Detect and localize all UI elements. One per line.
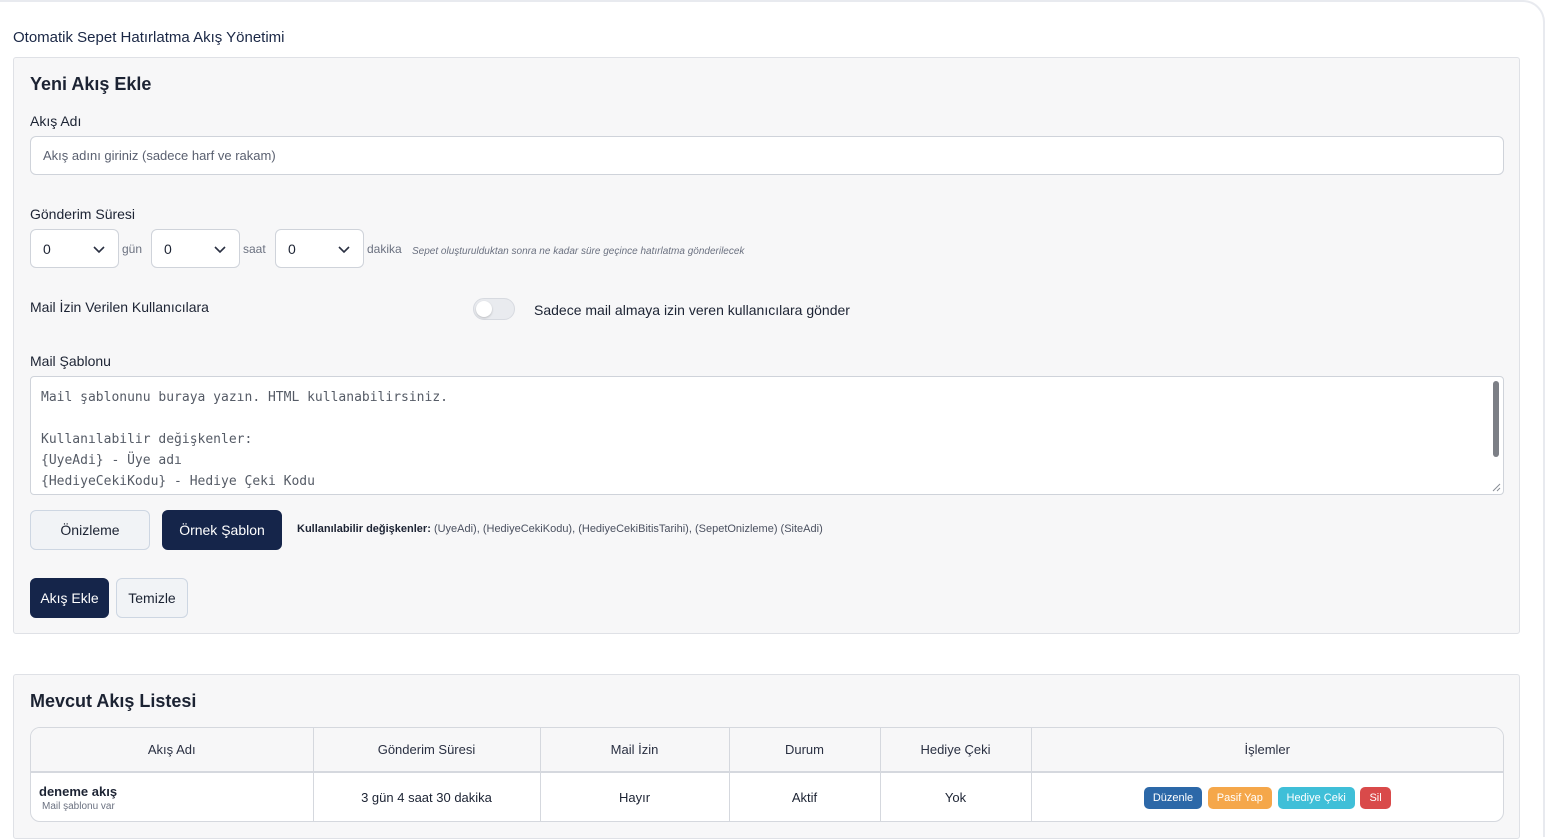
mail-permission-toggle-label: Sadece mail almaya izin veren kullanıcıl… [534, 302, 850, 318]
resize-handle-icon[interactable] [1491, 482, 1501, 492]
deactivate-button[interactable]: Pasif Yap [1207, 786, 1272, 809]
flow-actions: Düzenle Pasif Yap Hediye Çeki Sil [1031, 772, 1503, 821]
delay-label: Gönderim Süresi [30, 206, 136, 222]
delete-button[interactable]: Sil [1360, 786, 1391, 809]
mail-permission-toggle[interactable] [473, 298, 515, 320]
clear-button[interactable]: Temizle [116, 578, 188, 618]
table-row: deneme akış Mail şablonu var 3 gün 4 saa… [31, 772, 1503, 821]
available-variables: Kullanılabilir değişkenler: (UyeAdi), (H… [297, 523, 823, 535]
variables-label: Kullanılabilir değişkenler: [297, 523, 431, 535]
template-text: Mail şablonunu buraya yazın. HTML kullan… [41, 390, 448, 489]
edit-button[interactable]: Düzenle [1143, 786, 1203, 809]
flow-delay: 3 gün 4 saat 30 dakika [313, 772, 541, 821]
flow-status: Aktif [729, 772, 881, 821]
column-header: Durum [729, 728, 881, 773]
chevron-down-icon [214, 246, 226, 254]
preview-button[interactable]: Önizleme [30, 510, 150, 550]
flow-list-panel: Mevcut Akış Listesi Akış Adı Gönderim Sü… [13, 674, 1520, 839]
chevron-down-icon [93, 246, 105, 254]
new-flow-title: Yeni Akış Ekle [30, 74, 152, 94]
hours-select[interactable]: 0 [151, 229, 240, 268]
flow-name-label: Akış Adı [30, 113, 82, 129]
flow-name: deneme akış [39, 783, 118, 799]
flow-list-title: Mevcut Akış Listesi [30, 691, 197, 711]
hours-select-value: 0 [164, 241, 172, 257]
page-container: Otomatik Sepet Hatırlatma Akış Yönetimi … [0, 0, 1545, 839]
flow-name-cell: deneme akış Mail şablonu var [31, 772, 314, 821]
days-unit: gün [122, 242, 143, 256]
minutes-select[interactable]: 0 [275, 229, 364, 268]
hours-unit: saat [243, 242, 266, 256]
minutes-select-value: 0 [288, 241, 296, 257]
flow-subtitle: Mail şablonu var [42, 800, 115, 812]
column-header: Mail İzin [540, 728, 730, 773]
days-select[interactable]: 0 [30, 229, 119, 268]
days-select-value: 0 [43, 241, 51, 257]
gift-voucher-button[interactable]: Hediye Çeki [1277, 786, 1355, 809]
flow-gift: Yok [880, 772, 1032, 821]
add-flow-button[interactable]: Akış Ekle [30, 578, 109, 618]
mail-permission-label: Mail İzin Verilen Kullanıcılara [30, 299, 209, 315]
page-title: Otomatik Sepet Hatırlatma Akış Yönetimi [13, 29, 285, 46]
flow-table: Akış Adı Gönderim Süresi Mail İzin Durum… [30, 727, 1504, 822]
template-textarea[interactable]: Mail şablonunu buraya yazın. HTML kullan… [30, 376, 1504, 495]
minutes-unit: dakika [367, 242, 402, 256]
toggle-knob [476, 301, 492, 317]
variables-list: (UyeAdi), (HediyeCekiKodu), (HediyeCekiB… [433, 523, 823, 535]
textarea-scrollbar[interactable] [1493, 381, 1499, 457]
sample-template-button[interactable]: Örnek Şablon [162, 510, 282, 550]
column-header: Hediye Çeki [880, 728, 1032, 773]
column-header: Gönderim Süresi [313, 728, 541, 773]
column-header: İşlemler [1031, 728, 1503, 773]
table-header-row: Akış Adı Gönderim Süresi Mail İzin Durum… [31, 728, 1503, 773]
chevron-down-icon [338, 246, 350, 254]
template-label: Mail Şablonu [30, 353, 111, 369]
flow-mail-permission: Hayır [540, 772, 730, 821]
new-flow-panel: Yeni Akış Ekle Akış Adı Gönderim Süresi … [13, 57, 1520, 634]
delay-hint: Sepet oluşturulduktan sonra ne kadar sür… [412, 246, 745, 257]
flow-name-input[interactable] [30, 136, 1504, 175]
column-header: Akış Adı [31, 728, 314, 773]
